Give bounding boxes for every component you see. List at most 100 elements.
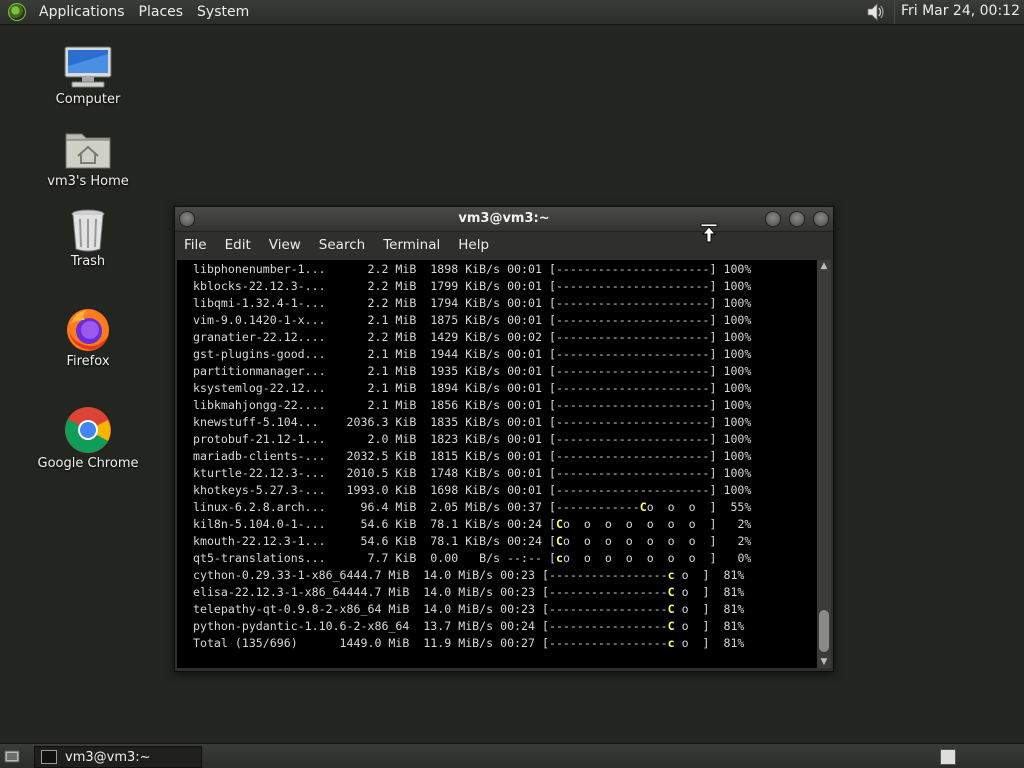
bottom-panel: vm3@vm3:~ (0, 743, 1024, 768)
terminal-line: python-pydantic-1.10.6-2-x86_64 13.7 MiB… (186, 618, 751, 635)
desktop-icon-home[interactable]: vm3's Home (33, 128, 143, 189)
terminal-line: granatier-22.12.... 2.2 MiB 1429 KiB/s 0… (186, 329, 751, 346)
chrome-icon (65, 407, 111, 453)
pacman-progress-glyph: c (555, 551, 563, 565)
terminal-line: protobuf-21.12-1... 2.0 MiB 1823 KiB/s 0… (186, 431, 751, 448)
desktop-icon-computer[interactable]: Computer (33, 46, 143, 107)
terminal-line-text: o ] 81% (674, 568, 745, 582)
terminal-line-text: libkmahjongg-22.... 2.1 MiB 1856 KiB/s 0… (186, 398, 752, 412)
menu-system[interactable]: System (190, 4, 256, 20)
terminal-line-text: libqmi-1.32.4-1-... 2.2 MiB 1794 KiB/s 0… (186, 296, 752, 310)
terminal-scrollbar[interactable]: ▲ ▼ (817, 260, 831, 668)
desktop-icon-firefox[interactable]: Firefox (33, 306, 143, 369)
terminal-line-text: o ] 81% (674, 636, 745, 650)
terminal-line: gst-plugins-good... 2.1 MiB 1944 KiB/s 0… (186, 346, 751, 363)
terminal-line-text: o o o o o o o ] 2% (562, 517, 752, 531)
desktop-icon-label: Google Chrome (37, 456, 139, 471)
pacman-progress-glyph: C (555, 517, 563, 531)
terminal-line: ksystemlog-22.12... 2.1 MiB 1894 KiB/s 0… (186, 380, 751, 397)
terminal-line: kblocks-22.12.3-... 2.2 MiB 1799 KiB/s 0… (186, 278, 751, 295)
desktop-icon-label: Trash (70, 254, 106, 269)
desktop-icon-chrome[interactable]: Google Chrome (33, 406, 143, 471)
computer-icon (64, 46, 112, 88)
taskbar-window-label: vm3@vm3:~ (65, 749, 151, 765)
menu-edit[interactable]: Edit (216, 237, 260, 253)
pacman-progress-glyph: C (667, 585, 675, 599)
terminal-line: linux-6.2.8.arch... 96.4 MiB 2.05 MiB/s … (186, 499, 751, 516)
desktop-icon-label: vm3's Home (47, 174, 129, 189)
pacman-progress-glyph: C (639, 500, 647, 514)
volume-icon[interactable] (864, 1, 886, 23)
menu-places[interactable]: Places (132, 4, 191, 20)
terminal-line: partitionmanager... 2.1 MiB 1935 KiB/s 0… (186, 363, 751, 380)
terminal-line: cython-0.29.33-1-x86_6444.7 MiB 14.0 MiB… (186, 567, 751, 584)
clock[interactable]: Fri Mar 24, 00:12 (893, 0, 1024, 24)
terminal-line: kmouth-22.12.3-1... 54.6 KiB 78.1 KiB/s … (186, 533, 751, 550)
pacman-progress-glyph: c (667, 568, 675, 582)
minimize-button[interactable] (765, 211, 781, 227)
terminal-line: khotkeys-5.27.3-... 1993.0 KiB 1698 KiB/… (186, 482, 751, 499)
terminal-line: libqmi-1.32.4-1-... 2.2 MiB 1794 KiB/s 0… (186, 295, 751, 312)
terminal-line-text: o o o ] 55% (646, 500, 752, 514)
terminal-line: elisa-22.12.3-1-x86_64444.7 MiB 14.0 MiB… (186, 584, 751, 601)
desktop-icon-label: Computer (55, 92, 121, 107)
terminal-line-text: ksystemlog-22.12... 2.1 MiB 1894 KiB/s 0… (186, 381, 752, 395)
terminal-line-text: kturtle-22.12.3-... 2010.5 KiB 1748 KiB/… (186, 466, 752, 480)
scroll-up-arrow-icon[interactable]: ▲ (817, 260, 831, 272)
scroll-down-arrow-icon[interactable]: ▼ (817, 656, 831, 668)
terminal-line: libphonenumber-1... 2.2 MiB 1898 KiB/s 0… (186, 261, 751, 278)
window-title: vm3@vm3:~ (458, 211, 550, 226)
terminal-menubar: File Edit View Search Terminal Help (175, 232, 833, 258)
terminal-icon (41, 750, 57, 764)
terminal-line-text: o ] 81% (674, 585, 745, 599)
close-button[interactable] (813, 211, 829, 227)
terminal-line-text: kblocks-22.12.3-... 2.2 MiB 1799 KiB/s 0… (186, 279, 752, 293)
window-titlebar[interactable]: vm3@vm3:~ (175, 207, 833, 232)
terminal-line-text: python-pydantic-1.10.6-2-x86_64 13.7 MiB… (186, 619, 668, 633)
terminal-line: telepathy-qt-0.9.8-2-x86_64 MiB 14.0 MiB… (186, 601, 751, 618)
terminal-line-text: knewstuff-5.104... 2036.3 KiB 1835 KiB/s… (186, 415, 752, 429)
pacman-progress-glyph: C (555, 534, 563, 548)
pacman-progress-glyph: C (667, 602, 675, 616)
menu-view[interactable]: View (260, 237, 310, 253)
terminal-output[interactable]: libphonenumber-1... 2.2 MiB 1898 KiB/s 0… (177, 260, 817, 668)
top-panel: Applications Places System Fri Mar 24, 0… (0, 0, 1024, 25)
terminal-line-text: elisa-22.12.3-1-x86_64444.7 MiB 14.0 MiB… (186, 585, 668, 599)
terminal-line-text: qt5-translations... 7.7 KiB 0.00 B/s --:… (186, 551, 556, 565)
terminal-line-text: cython-0.29.33-1-x86_6444.7 MiB 14.0 MiB… (186, 568, 668, 582)
maximize-button[interactable] (789, 211, 805, 227)
menu-applications[interactable]: Applications (32, 4, 132, 20)
terminal-line-text: gst-plugins-good... 2.1 MiB 1944 KiB/s 0… (186, 347, 752, 361)
terminal-lines: libphonenumber-1... 2.2 MiB 1898 KiB/s 0… (186, 261, 751, 652)
terminal-line: vim-9.0.1420-1-x... 2.1 MiB 1875 KiB/s 0… (186, 312, 751, 329)
terminal-line: knewstuff-5.104... 2036.3 KiB 1835 KiB/s… (186, 414, 751, 431)
show-desktop-icon[interactable] (4, 748, 20, 764)
terminal-line-text: o o o o o o o ] 0% (562, 551, 752, 565)
menu-search[interactable]: Search (310, 237, 374, 253)
terminal-line: libkmahjongg-22.... 2.1 MiB 1856 KiB/s 0… (186, 397, 751, 414)
scrollbar-thumb[interactable] (819, 610, 829, 652)
terminal-line: qt5-translations... 7.7 KiB 0.00 B/s --:… (186, 550, 751, 567)
desktop-icon-label: Firefox (66, 354, 110, 369)
terminal-line-text: khotkeys-5.27.3-... 1993.0 KiB 1698 KiB/… (186, 483, 752, 497)
menu-terminal[interactable]: Terminal (374, 237, 449, 253)
menu-file[interactable]: File (175, 237, 216, 253)
workspace-switcher[interactable] (940, 749, 956, 765)
terminal-line-text: protobuf-21.12-1... 2.0 MiB 1823 KiB/s 0… (186, 432, 752, 446)
menu-help[interactable]: Help (449, 237, 498, 253)
terminal-line: Total (135/696) 1449.0 MiB 11.9 MiB/s 00… (186, 635, 751, 652)
pacman-progress-glyph: C (667, 619, 675, 633)
terminal-line-text: kil8n-5.104.0-1-... 54.6 KiB 78.1 KiB/s … (186, 517, 556, 531)
terminal-line-text: mariadb-clients-... 2032.5 KiB 1815 KiB/… (186, 449, 752, 463)
terminal-line-text: Total (135/696) 1449.0 MiB 11.9 MiB/s 00… (186, 636, 668, 650)
terminal-line-text: granatier-22.12.... 2.2 MiB 1429 KiB/s 0… (186, 330, 752, 344)
terminal-line-text: telepathy-qt-0.9.8-2-x86_64 MiB 14.0 MiB… (186, 602, 668, 616)
mouse-cursor-icon (700, 223, 718, 243)
terminal-line-text: kmouth-22.12.3-1... 54.6 KiB 78.1 KiB/s … (186, 534, 556, 548)
desktop-icon-trash[interactable]: Trash (33, 208, 143, 269)
taskbar-window-button[interactable]: vm3@vm3:~ (34, 746, 202, 768)
terminal-line: kturtle-22.12.3-... 2010.5 KiB 1748 KiB/… (186, 465, 751, 482)
trash-icon (71, 209, 105, 252)
distro-logo-icon[interactable] (8, 3, 26, 21)
terminal-line-text: partitionmanager... 2.1 MiB 1935 KiB/s 0… (186, 364, 752, 378)
